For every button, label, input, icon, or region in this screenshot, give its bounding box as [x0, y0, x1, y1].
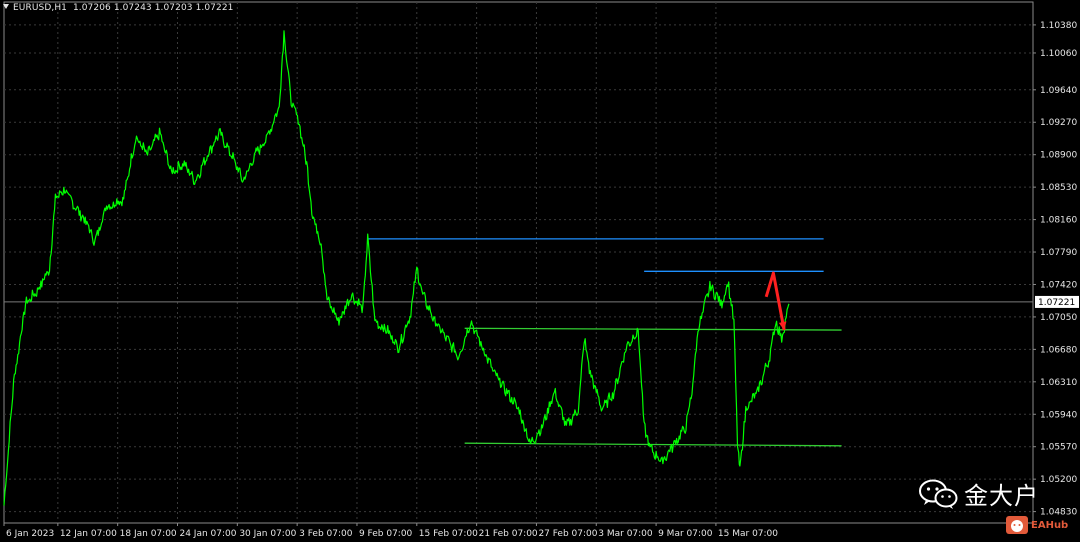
x-tick-label: 27 Feb 07:00 [538, 529, 597, 539]
y-tick-label: 1.08160 [1040, 216, 1077, 226]
ohlc-values: 1.07206 1.07243 1.07203 1.07221 [72, 3, 234, 13]
x-tick-label: 9 Mar 07:00 [658, 529, 713, 539]
eahub-text: EAHub [1031, 519, 1069, 531]
y-tick-label: 1.10060 [1040, 49, 1077, 59]
chart-grid [3, 1, 1034, 524]
x-tick-label: 3 Mar 07:00 [598, 529, 653, 539]
x-tick-label: 3 Feb 07:00 [299, 529, 353, 539]
y-tick-label: 1.05200 [1040, 475, 1077, 485]
y-tick-label: 1.07420 [1040, 280, 1077, 290]
y-tick-label: 1.09640 [1040, 86, 1077, 96]
x-tick-label: 15 Feb 07:00 [419, 529, 478, 539]
y-tick-label: 1.08530 [1040, 183, 1077, 193]
x-tick-label: 9 Feb 07:00 [359, 529, 413, 539]
y-tick-label: 1.08900 [1040, 151, 1077, 161]
x-tick-label: 15 Mar 07:00 [718, 529, 778, 539]
symbol-label: EURUSD,H1 [13, 3, 68, 13]
y-tick-label: 1.09270 [1040, 118, 1077, 128]
watermark: 金大户 [918, 476, 1039, 511]
dropdown-icon[interactable] [3, 4, 9, 9]
current-price-label: 1.07221 [1038, 298, 1075, 308]
x-tick-label: 21 Feb 07:00 [479, 529, 538, 539]
y-tick-label: 1.10380 [1040, 21, 1077, 31]
eahub-logo-icon [1006, 516, 1028, 534]
trendline [464, 442, 842, 447]
x-tick-label: 30 Jan 07:00 [239, 529, 296, 539]
time-axis: 6 Jan 2023 12 Jan 07:00 18 Jan 07:00 24 Jan… [3, 523, 778, 539]
price-chart: 1.10380 1.10060 1.09640 1.09270 1.08900 1.085… [3, 1, 1079, 539]
y-tick-label: 1.07050 [1040, 313, 1077, 323]
x-tick-label: 18 Jan 07:00 [120, 529, 177, 539]
y-tick-label: 1.07790 [1040, 248, 1077, 258]
x-tick-label: 6 Jan 2023 [6, 529, 54, 539]
eahub-brand: EAHub [1006, 516, 1068, 534]
chart-header[interactable]: EURUSD,H1 1.07206 1.07243 1.07203 1.0722… [3, 3, 234, 13]
y-tick-label: 1.06680 [1040, 345, 1077, 355]
y-tick-label: 1.05570 [1040, 443, 1077, 453]
price-series [3, 30, 790, 506]
y-tick-label: 1.05940 [1040, 410, 1077, 420]
x-tick-label: 12 Jan 07:00 [60, 529, 117, 539]
price-axis: 1.10380 1.10060 1.09640 1.09270 1.08900 1.085… [1033, 21, 1079, 518]
wechat-icon [919, 479, 958, 509]
trendlines [367, 238, 842, 447]
plot-frame [3, 1, 1034, 524]
x-tick-label: 24 Jan 07:00 [179, 529, 236, 539]
price-line [3, 30, 790, 506]
watermark-text: 金大户 [964, 482, 1039, 510]
y-tick-label: 1.06310 [1040, 378, 1077, 388]
